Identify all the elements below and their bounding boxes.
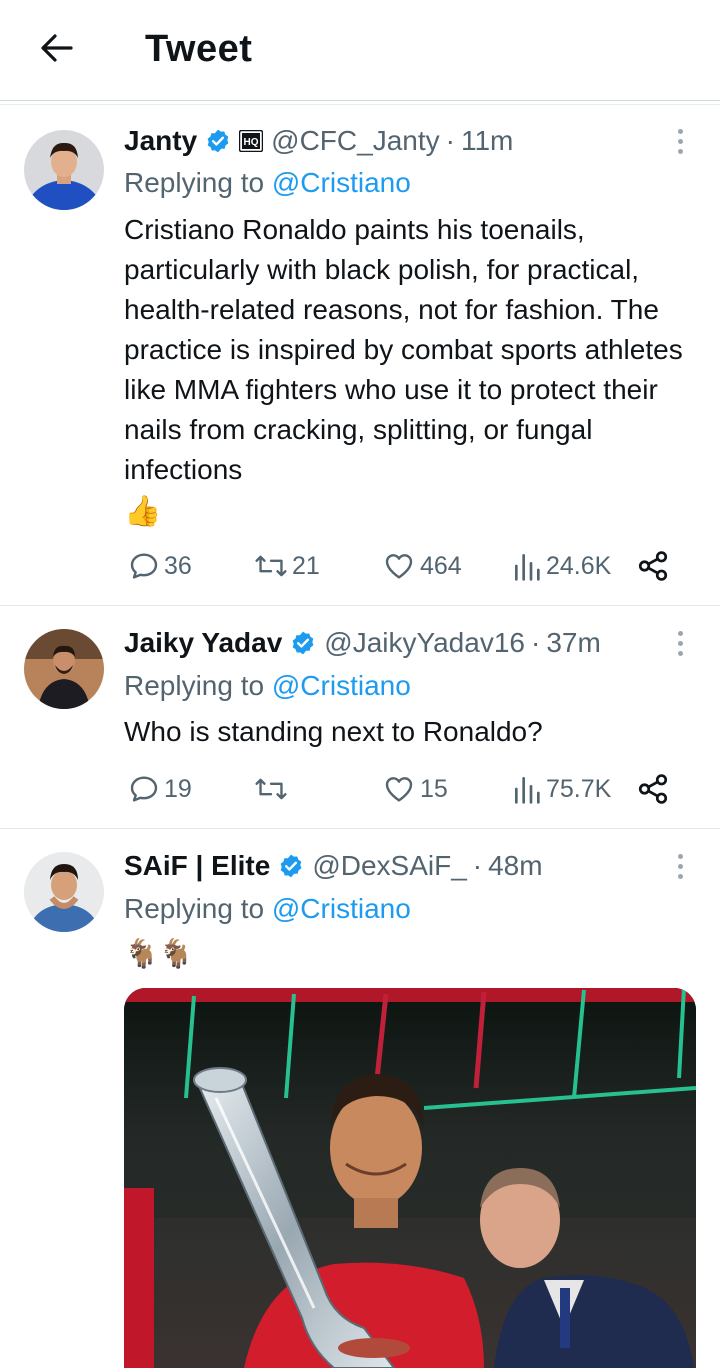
tweet-3[interactable]: SAiF | Elite @DexSAiF_ · 48m Replying to… (0, 830, 720, 1372)
retweet-icon (255, 778, 287, 800)
tweet-header: SAiF | Elite @DexSAiF_ · 48m (124, 849, 543, 883)
svg-text:HQ: HQ (244, 137, 259, 148)
share-icon (638, 551, 668, 581)
author-handle[interactable]: @DexSAiF_ (312, 850, 466, 882)
replying-to: Replying to @Cristiano (124, 892, 411, 926)
like-button[interactable]: 15 (382, 769, 448, 809)
reply-icon (130, 776, 158, 802)
share-button[interactable] (636, 546, 670, 586)
share-button[interactable] (636, 769, 670, 809)
author-name[interactable]: Janty (124, 125, 197, 157)
mention-link[interactable]: @Cristiano (272, 670, 411, 701)
tweet-text: Cristiano Ronaldo paints his toenails, p… (124, 210, 704, 534)
avatar[interactable] (24, 130, 104, 210)
verified-icon (290, 630, 316, 656)
tweet-actions: 19 15 75.7K (124, 769, 684, 809)
hq-badge-icon: HQ (239, 130, 264, 152)
views-icon (515, 554, 540, 581)
author-handle[interactable]: @CFC_Janty (271, 125, 439, 157)
views-button[interactable]: 75.7K (512, 769, 611, 809)
like-count: 464 (420, 551, 462, 580)
top-bar: Tweet (0, 0, 720, 100)
replying-to-label: Replying to (124, 167, 265, 198)
author-handle[interactable]: @JaikyYadav16 (324, 627, 525, 659)
like-icon (385, 777, 413, 802)
tweet-header: Janty HQ @CFC_Janty · 11m (124, 124, 513, 158)
tweet-text: 🐐🐐 (124, 938, 194, 969)
retweet-count: 21 (292, 551, 320, 580)
back-button[interactable] (34, 26, 78, 70)
separator-dot: · (445, 125, 455, 156)
separator-dot: · (472, 850, 483, 881)
verified-icon (278, 853, 304, 879)
retweet-button[interactable] (254, 769, 292, 809)
like-button[interactable]: 464 (382, 546, 462, 586)
tweet-text-content: Cristiano Ronaldo paints his toenails, p… (124, 214, 683, 485)
view-count: 75.7K (546, 774, 612, 803)
view-count: 24.6K (546, 551, 612, 580)
reply-count: 19 (164, 774, 192, 803)
trophy-photo (124, 988, 696, 1368)
views-icon (515, 777, 540, 804)
reply-button[interactable]: 19 (128, 769, 192, 809)
tweet-header: Jaiky Yadav @JaikyYadav16 · 37m (124, 626, 601, 660)
more-icon[interactable] (670, 849, 690, 883)
verified-icon (205, 128, 231, 154)
header-divider (0, 100, 720, 105)
replying-to: Replying to @Cristiano (124, 166, 411, 200)
tweet-media-image[interactable] (124, 988, 696, 1368)
retweet-icon (255, 555, 287, 577)
like-icon (385, 554, 413, 579)
replying-to-label: Replying to (124, 670, 265, 701)
page-title: Tweet (145, 28, 253, 70)
retweet-button[interactable]: 21 (254, 546, 320, 586)
separator-dot: · (530, 627, 541, 658)
tweet-text: Who is standing next to Ronaldo? (124, 716, 543, 747)
author-name[interactable]: Jaiky Yadav (124, 627, 282, 659)
avatar[interactable] (24, 852, 104, 932)
tweet-2[interactable]: Jaiky Yadav @JaikyYadav16 · 37m Replying… (0, 607, 720, 829)
replying-to-label: Replying to (124, 893, 265, 924)
like-count: 15 (420, 774, 448, 803)
share-icon (638, 774, 668, 804)
reply-icon (130, 553, 158, 579)
avatar[interactable] (24, 629, 104, 709)
replying-to: Replying to @Cristiano (124, 669, 411, 703)
timestamp[interactable]: 37m (546, 627, 600, 659)
reply-button[interactable]: 36 (128, 546, 192, 586)
mention-link[interactable]: @Cristiano (272, 167, 411, 198)
timestamp[interactable]: 11m (461, 125, 513, 157)
timestamp[interactable]: 48m (488, 850, 542, 882)
mention-link[interactable]: @Cristiano (272, 893, 411, 924)
more-icon[interactable] (670, 626, 690, 660)
thumbs-up-emoji: 👍 (124, 495, 162, 528)
back-arrow-icon (41, 34, 73, 62)
reply-count: 36 (164, 551, 192, 580)
views-button[interactable]: 24.6K (512, 546, 611, 586)
author-name[interactable]: SAiF | Elite (124, 850, 270, 882)
more-icon[interactable] (670, 124, 690, 158)
tweet-1[interactable]: Janty HQ @CFC_Janty · 11m Replying to @C… (0, 106, 720, 606)
tweet-actions: 36 21 464 24.6K (124, 546, 684, 586)
